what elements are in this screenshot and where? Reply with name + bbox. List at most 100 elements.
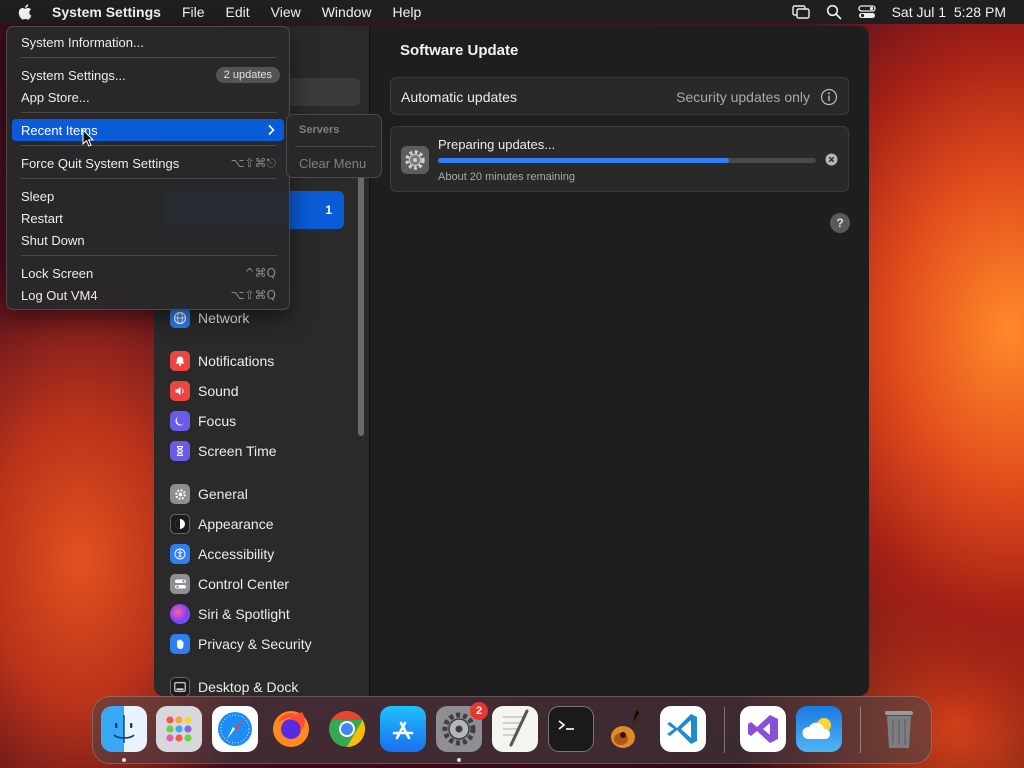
- dock-divider: [724, 707, 725, 753]
- terminal-icon[interactable]: [548, 706, 594, 752]
- trash-icon[interactable]: [876, 706, 922, 752]
- sidebar-item-label: Siri & Spotlight: [198, 606, 290, 622]
- accessibility-icon: [170, 544, 190, 564]
- menu-item-restart[interactable]: Restart: [12, 207, 284, 229]
- time-remaining-label: About 20 minutes remaining: [438, 171, 575, 183]
- menu-item-label: Restart: [21, 210, 63, 226]
- menu-item-clear-menu[interactable]: Clear Menu: [299, 156, 366, 171]
- cancel-update-icon[interactable]: [825, 153, 838, 166]
- siri-icon: [170, 604, 190, 624]
- textedit-icon[interactable]: [492, 706, 538, 752]
- hourglass-icon: [170, 441, 190, 461]
- spotlight-search-icon[interactable]: [826, 4, 842, 20]
- bell-icon: [170, 351, 190, 371]
- menu-separator: [295, 146, 375, 147]
- sidebar-item-accessibility[interactable]: Accessibility: [170, 543, 274, 565]
- menu-bar: System Settings File Edit View Window He…: [0, 0, 1024, 24]
- recent-items-submenu: Servers Clear Menu: [286, 114, 382, 178]
- sidebar-item-label: Privacy & Security: [198, 636, 312, 652]
- menu-item-recent-items[interactable]: Recent Items: [12, 119, 284, 141]
- dock-running-indicator: [122, 758, 126, 762]
- sidebar-item-label: Appearance: [198, 516, 274, 532]
- update-progress-fill: [438, 158, 730, 163]
- menu-shortcut: ⌥⇧⌘⎋: [230, 156, 276, 170]
- update-progress-bar: [438, 158, 816, 163]
- apple-menu: System Information... System Settings...…: [6, 26, 290, 310]
- dock: 2: [92, 696, 932, 764]
- sidebar-item-control-center[interactable]: Control Center: [170, 573, 289, 595]
- sidebar-item-privacy-security[interactable]: Privacy & Security: [170, 633, 312, 655]
- sidebar-item-network[interactable]: Network: [170, 307, 249, 329]
- appearance-icon: [170, 514, 190, 534]
- menu-item-label: System Settings...: [21, 67, 126, 83]
- menu-item-sleep[interactable]: Sleep: [12, 185, 284, 207]
- menu-app-name[interactable]: System Settings: [52, 4, 161, 20]
- sidebar-item-label: Sound: [198, 383, 239, 399]
- sidebar-scrollbar[interactable]: [358, 176, 364, 436]
- desktop-dock-icon: [170, 677, 190, 696]
- menu-item-label: Force Quit System Settings: [21, 155, 180, 171]
- info-icon[interactable]: [820, 88, 838, 106]
- sidebar-item-screen-time[interactable]: Screen Time: [170, 440, 277, 462]
- dock-divider: [860, 707, 861, 753]
- menu-help[interactable]: Help: [393, 4, 422, 20]
- automatic-updates-row: Automatic updates Security updates only: [390, 77, 849, 115]
- menu-item-log-out[interactable]: Log Out VM4 ⌥⇧⌘Q: [12, 284, 284, 306]
- control-center-icon[interactable]: [857, 4, 876, 20]
- help-button[interactable]: ?: [830, 213, 850, 233]
- automatic-updates-label: Automatic updates: [401, 89, 517, 105]
- speaker-icon: [170, 381, 190, 401]
- sidebar-item-desktop-dock[interactable]: Desktop & Dock: [170, 676, 298, 696]
- visual-studio-icon[interactable]: [740, 706, 786, 752]
- sidebar-item-label: Desktop & Dock: [198, 679, 299, 695]
- menu-shortcut: ^⌘Q: [244, 266, 277, 280]
- menu-edit[interactable]: Edit: [226, 4, 250, 20]
- control-center-icon: [170, 574, 190, 594]
- menu-separator: [21, 178, 277, 179]
- apple-logo-icon[interactable]: [17, 3, 35, 21]
- menu-item-lock-screen[interactable]: Lock Screen ^⌘Q: [12, 262, 284, 284]
- sidebar-item-siri-spotlight[interactable]: Siri & Spotlight: [170, 603, 290, 625]
- menu-separator: [21, 57, 277, 58]
- sidebar-item-general[interactable]: General: [170, 483, 248, 505]
- sidebar-item-notifications[interactable]: Notifications: [170, 350, 274, 372]
- menu-item-label: Sleep: [21, 188, 55, 204]
- menu-separator: [21, 255, 277, 256]
- menu-item-label: System Information...: [21, 34, 144, 50]
- sidebar-item-sound[interactable]: Sound: [170, 380, 238, 402]
- menu-item-system-settings[interactable]: System Settings... 2 updates: [12, 64, 284, 86]
- menu-view[interactable]: View: [271, 4, 301, 20]
- menu-item-shut-down[interactable]: Shut Down: [12, 229, 284, 251]
- sidebar-item-appearance[interactable]: Appearance: [170, 513, 274, 535]
- garageband-icon[interactable]: [604, 706, 650, 752]
- vscode-icon[interactable]: [660, 706, 706, 752]
- menu-item-force-quit[interactable]: Force Quit System Settings ⌥⇧⌘⎋: [12, 152, 284, 174]
- sidebar-item-focus[interactable]: Focus: [170, 410, 236, 432]
- menu-item-label: Shut Down: [21, 232, 85, 248]
- sidebar-item-label: General: [198, 486, 248, 502]
- menu-clock[interactable]: Sat Jul 1 5:28 PM: [892, 4, 1006, 20]
- chrome-icon[interactable]: [324, 706, 370, 752]
- menu-item-app-store[interactable]: App Store...: [12, 86, 284, 108]
- moon-icon: [170, 411, 190, 431]
- menu-shortcut: ⌥⇧⌘Q: [230, 288, 276, 302]
- weather-icon[interactable]: [796, 706, 842, 752]
- menu-item-label: App Store...: [21, 89, 90, 105]
- safari-icon[interactable]: [212, 706, 258, 752]
- finder-icon[interactable]: [101, 706, 147, 752]
- update-progress-card: Preparing updates... About 20 minutes re…: [390, 126, 849, 192]
- sidebar-item-label: Network: [198, 310, 250, 326]
- screen-mirroring-icon[interactable]: [791, 4, 810, 20]
- sidebar-selected-badge: 1: [325, 203, 332, 217]
- hand-icon: [170, 634, 190, 654]
- menu-item-label: Lock Screen: [21, 265, 94, 281]
- firefox-icon[interactable]: [268, 706, 314, 752]
- menu-window[interactable]: Window: [322, 4, 372, 20]
- menu-file[interactable]: File: [182, 4, 205, 20]
- software-update-gear-icon: [401, 146, 429, 174]
- menu-item-system-information[interactable]: System Information...: [12, 31, 284, 53]
- app-store-icon[interactable]: [380, 706, 426, 752]
- sidebar-item-label: Accessibility: [198, 546, 275, 562]
- gear-icon: [170, 484, 190, 504]
- launchpad-icon[interactable]: [156, 706, 202, 752]
